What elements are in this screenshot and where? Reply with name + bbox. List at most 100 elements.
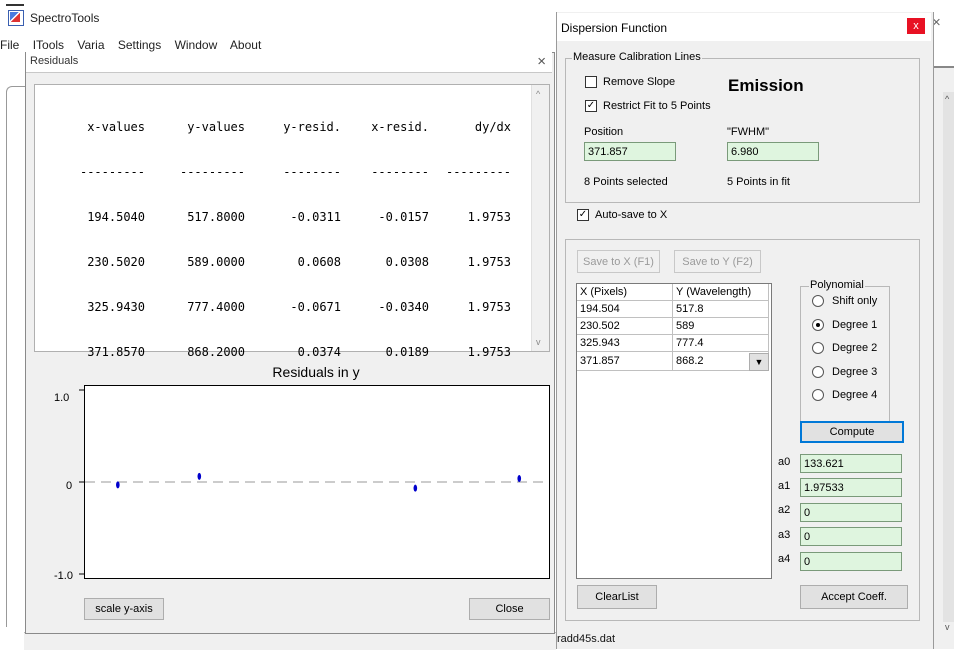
table-cell[interactable]: 589	[673, 318, 769, 335]
data-point	[413, 484, 418, 492]
sep-y-resid: --------	[283, 165, 341, 179]
residuals-close-icon[interactable]: ×	[537, 53, 546, 70]
radio-shift-only[interactable]: Shift only	[812, 295, 877, 307]
radio-degree-1[interactable]: Degree 1	[812, 319, 877, 331]
dispersion-close-icon[interactable]: x	[907, 18, 925, 34]
position-field[interactable]: 371.857	[584, 142, 676, 161]
mode-label: Emission	[728, 76, 804, 95]
data-point	[116, 481, 120, 489]
compute-button[interactable]: Compute	[800, 421, 904, 443]
coef-label: a0	[778, 456, 791, 468]
radio-degree-4[interactable]: Degree 4	[812, 389, 877, 401]
close-button[interactable]: Close	[469, 598, 550, 620]
bg-divider	[932, 66, 954, 68]
table-header-x: X (Pixels)	[577, 284, 673, 301]
radio-button[interactable]	[812, 295, 824, 307]
remove-slope-box[interactable]	[585, 76, 597, 88]
fwhm-field[interactable]: 6.980	[727, 142, 819, 161]
remove-slope-label: Remove Slope	[603, 76, 676, 88]
menu-itools[interactable]: ITools	[33, 38, 64, 52]
measure-group-label: Measure Calibration Lines	[572, 51, 702, 63]
residuals-title: Residuals	[30, 55, 79, 67]
menu-window[interactable]: Window	[175, 38, 218, 52]
col-y-values: y-values --------- 517.8000 589.0000 777…	[153, 90, 245, 390]
residuals-table-scrollbar[interactable]: ^ v	[531, 85, 549, 351]
restrict-fit-checkbox[interactable]: ✓ Restrict Fit to 5 Points	[585, 100, 711, 112]
radio-button[interactable]	[812, 319, 824, 331]
dispersion-titlebar: Dispersion Function x	[557, 13, 931, 41]
autosave-checkbox[interactable]: ✓ Auto-save to X	[577, 209, 667, 221]
calibration-table[interactable]: X (Pixels) Y (Wavelength) 194.504 517.8 …	[576, 283, 772, 579]
table-row: 325.9430	[87, 300, 145, 314]
table-cell[interactable]: 325.943	[577, 335, 673, 352]
coef-a0-field[interactable]: 133.621	[800, 454, 902, 473]
coef-label: a4	[778, 553, 791, 565]
clear-list-button[interactable]: ClearList	[577, 585, 657, 609]
plot-title: Residuals in y	[272, 364, 360, 380]
y-tick-label: -1.0	[54, 570, 73, 582]
menu-about[interactable]: About	[230, 38, 261, 52]
scale-y-axis-button[interactable]: scale y-axis	[84, 598, 164, 620]
col-x-resid: x-resid. -------- -0.0157 0.0308 -0.0340…	[347, 90, 429, 390]
save-to-x-button[interactable]: Save to X (F1)	[577, 250, 660, 273]
radio-degree-3[interactable]: Degree 3	[812, 366, 877, 378]
data-point	[197, 472, 202, 480]
residuals-titlebar: Residuals ×	[26, 52, 552, 73]
radio-button[interactable]	[812, 389, 824, 401]
table-cell[interactable]: 777.4	[673, 335, 769, 352]
restrict-fit-label: Restrict Fit to 5 Points	[603, 100, 711, 112]
table-row: 1.9753	[467, 345, 511, 359]
coef-a2-field[interactable]: 0	[800, 503, 902, 522]
table-row: 1.9753	[467, 210, 511, 224]
table-cell[interactable]: 371.857	[577, 352, 673, 371]
table-row: 0.0374	[297, 345, 341, 359]
scroll-up-icon[interactable]: ^	[536, 89, 540, 99]
polynomial-group-label: Polynomial	[809, 279, 865, 291]
table-cell[interactable]: 517.8	[673, 301, 769, 318]
coef-label: a1	[778, 480, 791, 492]
table-header-y: Y (Wavelength)	[673, 284, 769, 301]
y-tick-label: 0	[66, 480, 73, 492]
table-row: -0.0311	[290, 210, 341, 224]
radio-degree-2[interactable]: Degree 2	[812, 342, 877, 354]
coef-a4-field[interactable]: 0	[800, 552, 902, 571]
sep-x-resid: --------	[371, 165, 429, 179]
table-row: 868.2000	[187, 345, 245, 359]
bg-window-edge: ^ v	[932, 66, 954, 649]
bg-close-icon[interactable]: ×	[932, 14, 954, 34]
table-row: 371.8570	[87, 345, 145, 359]
radio-button[interactable]	[812, 342, 824, 354]
data-point	[517, 475, 522, 483]
scroll-down-icon[interactable]: v	[536, 337, 541, 347]
header-y-values: y-values	[187, 120, 245, 134]
menu-varia[interactable]: Varia	[77, 38, 104, 52]
save-to-y-button[interactable]: Save to Y (F2)	[674, 250, 761, 273]
remove-slope-checkbox[interactable]: Remove Slope	[585, 76, 675, 88]
coef-label: a3	[778, 529, 791, 541]
scroll-up-icon[interactable]: ^	[945, 94, 949, 104]
status-filename: radd45s.dat	[557, 633, 616, 645]
header-dydx: dy/dx	[474, 120, 511, 134]
dropdown-arrow-icon[interactable]: ▼	[749, 353, 769, 371]
menu-file[interactable]: File	[0, 38, 19, 52]
restrict-fit-box[interactable]: ✓	[585, 100, 597, 112]
scroll-down-icon[interactable]: v	[945, 622, 950, 632]
radio-label: Degree 2	[832, 342, 878, 354]
radio-button[interactable]	[812, 366, 824, 378]
menu-settings[interactable]: Settings	[118, 38, 161, 52]
table-cell[interactable]: 194.504	[577, 301, 673, 318]
table-row: 777.4000	[187, 300, 245, 314]
autosave-label: Auto-save to X	[595, 209, 668, 221]
app-logo-icon	[8, 10, 24, 26]
table-row: 589.0000	[187, 255, 245, 269]
app-underline-mark	[6, 0, 24, 6]
coef-a3-field[interactable]: 0	[800, 527, 902, 546]
table-cell[interactable]: 230.502	[577, 318, 673, 335]
coef-a1-field[interactable]: 1.97533	[800, 478, 902, 497]
residuals-table[interactable]: x-values --------- 194.5040 230.5020 325…	[34, 84, 550, 359]
autosave-box[interactable]: ✓	[577, 209, 589, 221]
dispersion-title: Dispersion Function	[561, 21, 668, 35]
bg-scrollbar[interactable]	[943, 92, 954, 622]
radio-label: Shift only	[832, 295, 878, 307]
accept-coeff-button[interactable]: Accept Coeff.	[800, 585, 908, 609]
